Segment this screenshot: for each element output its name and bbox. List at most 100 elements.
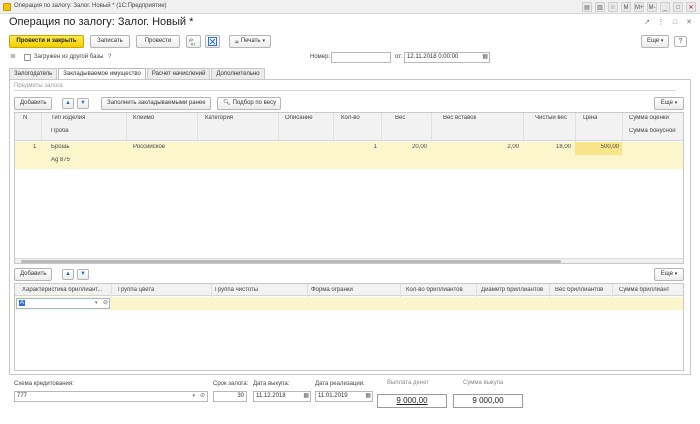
select-by-weight-button[interactable]: 🔍︎ Подбор по весу — [217, 97, 281, 110]
open-link-icon[interactable]: ↗ — [642, 18, 652, 28]
row-probe[interactable]: Ag 875 — [51, 157, 70, 163]
printer-icon — [235, 39, 239, 43]
row-inserts-weight[interactable]: 2,00 — [431, 144, 519, 150]
row-weight[interactable]: 20,00 — [381, 144, 427, 150]
diamond-characteristic-input[interactable]: А ▾ ⊘ — [16, 298, 110, 309]
col-net-weight[interactable]: Чистый вес — [535, 115, 567, 121]
memory-plus-icon[interactable]: M+ — [634, 2, 644, 12]
diamond-move-down-icon[interactable]: ▼ — [77, 269, 89, 280]
diamond-move-up-icon[interactable]: ▲ — [62, 269, 74, 280]
col-hallmark[interactable]: Клеймо — [133, 115, 154, 121]
row-net-weight[interactable]: 18,00 — [523, 144, 571, 150]
term-label: Срок залога: — [213, 381, 249, 387]
save-button[interactable]: Записать — [90, 35, 130, 48]
add-item-button[interactable]: Добавить — [14, 97, 52, 110]
window-history-icon[interactable]: ▥ — [595, 2, 605, 12]
form-header-controls: ↗ ⋮ □ ✕ — [642, 18, 694, 28]
redeem-sum-label: Сумма выкупа — [463, 380, 504, 386]
number-input[interactable] — [331, 52, 391, 63]
col-description[interactable]: Описание — [285, 115, 313, 121]
diamond-row[interactable] — [15, 297, 683, 310]
tab-accruals[interactable]: Расчет начислений — [146, 68, 211, 79]
loaded-from-other-base-label: Загружен из другой базы — [34, 54, 104, 60]
col-type[interactable]: Тип изделия — [51, 115, 85, 121]
col-weight[interactable]: Вес — [395, 115, 405, 121]
open-link-icon[interactable]: ⊘ — [200, 392, 205, 401]
col-cut-shape[interactable]: Форма огранки — [311, 287, 353, 293]
col-bonus-sum[interactable]: Сумма бонусной — [629, 128, 676, 134]
dt-kt-icon[interactable]: Дт Кт — [186, 35, 201, 48]
post-and-close-button[interactable]: Провести и закрыть — [9, 35, 84, 48]
add-diamond-button[interactable]: Добавить — [14, 268, 52, 281]
dropdown-arrow-icon: ▾ — [674, 100, 678, 106]
col-clarity-group[interactable]: Группа чистоты — [215, 287, 258, 293]
col-inserts-weight[interactable]: Вес вставок — [443, 115, 476, 121]
calendar-icon[interactable]: ▦ — [365, 392, 371, 401]
row-type[interactable]: Брошь — [51, 144, 70, 150]
items-horizontal-scrollbar[interactable] — [15, 258, 683, 263]
number-label: Номер: — [310, 54, 331, 60]
redeem-date-input[interactable]: 11.12.2018 ▦ — [253, 391, 311, 402]
date-input[interactable]: 12.11.2018 0:00:00 ▦ — [404, 52, 490, 63]
term-input[interactable]: 30 — [213, 391, 247, 402]
col-diamond-weight[interactable]: Вес бриллиантов — [555, 287, 603, 293]
col-probe[interactable]: Проба — [51, 128, 69, 134]
row-price[interactable]: 500,00 — [575, 144, 619, 150]
open-link-icon[interactable]: ⊘ — [103, 299, 108, 306]
window-menu-icon[interactable]: ▤ — [582, 2, 592, 12]
col-category[interactable]: Категория — [205, 115, 233, 121]
col-qty[interactable]: Кол-во — [341, 115, 360, 121]
move-down-icon[interactable]: ▼ — [77, 98, 89, 109]
payout-value[interactable]: 9 000,00 — [377, 394, 447, 408]
col-diamond-count[interactable]: Кол-во бриллиантов — [406, 287, 463, 293]
dropdown-arrow-icon[interactable]: ▾ — [192, 392, 195, 401]
items-more-label: Еще — [660, 100, 674, 106]
sale-date-input[interactable]: 11.01.2019 ▦ — [315, 391, 373, 402]
help-button[interactable]: ? — [674, 36, 687, 47]
calendar-icon[interactable]: ▦ — [303, 392, 309, 401]
list-icon[interactable]: ≣ — [10, 53, 18, 60]
col-price[interactable]: Цена — [583, 115, 597, 121]
payout-label: Выплата денег — [387, 380, 429, 386]
minimize-icon[interactable]: _ — [660, 2, 670, 12]
dropdown-arrow-icon[interactable]: ▾ — [95, 300, 98, 306]
move-up-icon[interactable]: ▲ — [62, 98, 74, 109]
svg-text:Кт: Кт — [191, 42, 195, 47]
tab-pledgor[interactable]: Залогодатель — [9, 68, 58, 79]
print-button[interactable]: Печать ▾ — [229, 35, 271, 48]
calendar-icon[interactable]: ▦ — [482, 53, 488, 62]
items-scroll-thumb[interactable] — [21, 260, 561, 263]
window-controls: ▤ ▥ ☆ M M+ M- _ □ ✕ — [582, 2, 696, 12]
dropdown-arrow-icon: ▾ — [660, 38, 664, 44]
col-n[interactable]: N — [23, 115, 27, 121]
more-button[interactable]: Еще ▾ — [641, 35, 669, 48]
window-title: Операция по залогу: Залог. Новый * (1С:П… — [14, 3, 167, 9]
expand-icon[interactable]: □ — [670, 18, 680, 28]
more-menu-icon[interactable]: ⋮ — [656, 18, 666, 28]
memory-icon[interactable]: M — [621, 2, 631, 12]
row-qty[interactable]: 1 — [333, 144, 377, 150]
structure-icon[interactable] — [205, 35, 220, 48]
favorite-icon[interactable]: ☆ — [608, 2, 618, 12]
date-value: 12.11.2018 0:00:00 — [407, 54, 459, 60]
loaded-from-other-base-checkbox[interactable] — [24, 54, 31, 61]
fill-pledged-button[interactable]: Заполнить закладываемыми ранее — [101, 97, 211, 110]
items-more-button[interactable]: Еще ▾ — [654, 97, 684, 110]
col-diamond-diameter[interactable]: Диаметр бриллиантов — [481, 287, 543, 293]
row-hallmark[interactable]: Российское — [133, 144, 165, 150]
help-link[interactable]: ? — [108, 54, 111, 60]
close-form-icon[interactable]: ✕ — [684, 18, 694, 28]
col-diamond-characteristic[interactable]: Характеристика бриллиант... — [22, 287, 110, 293]
maximize-icon[interactable]: □ — [673, 2, 683, 12]
scheme-input[interactable]: 777 ▾ ⊘ — [14, 391, 208, 402]
col-diamond-sum[interactable]: Сумма бриллиант — [619, 287, 669, 293]
memory-minus-icon[interactable]: M- — [647, 2, 657, 12]
diamond-characteristic-value: А — [19, 300, 26, 306]
diamonds-more-button[interactable]: Еще ▾ — [654, 268, 684, 281]
tab-additional[interactable]: Дополнительно — [211, 68, 265, 79]
post-button[interactable]: Провести — [136, 35, 180, 48]
scheme-label: Схема кредитования: — [14, 381, 74, 387]
col-color-group[interactable]: Группа цвета — [118, 287, 154, 293]
close-window-icon[interactable]: ✕ — [686, 2, 696, 12]
col-appraisal[interactable]: Сумма оценки — [629, 115, 669, 121]
